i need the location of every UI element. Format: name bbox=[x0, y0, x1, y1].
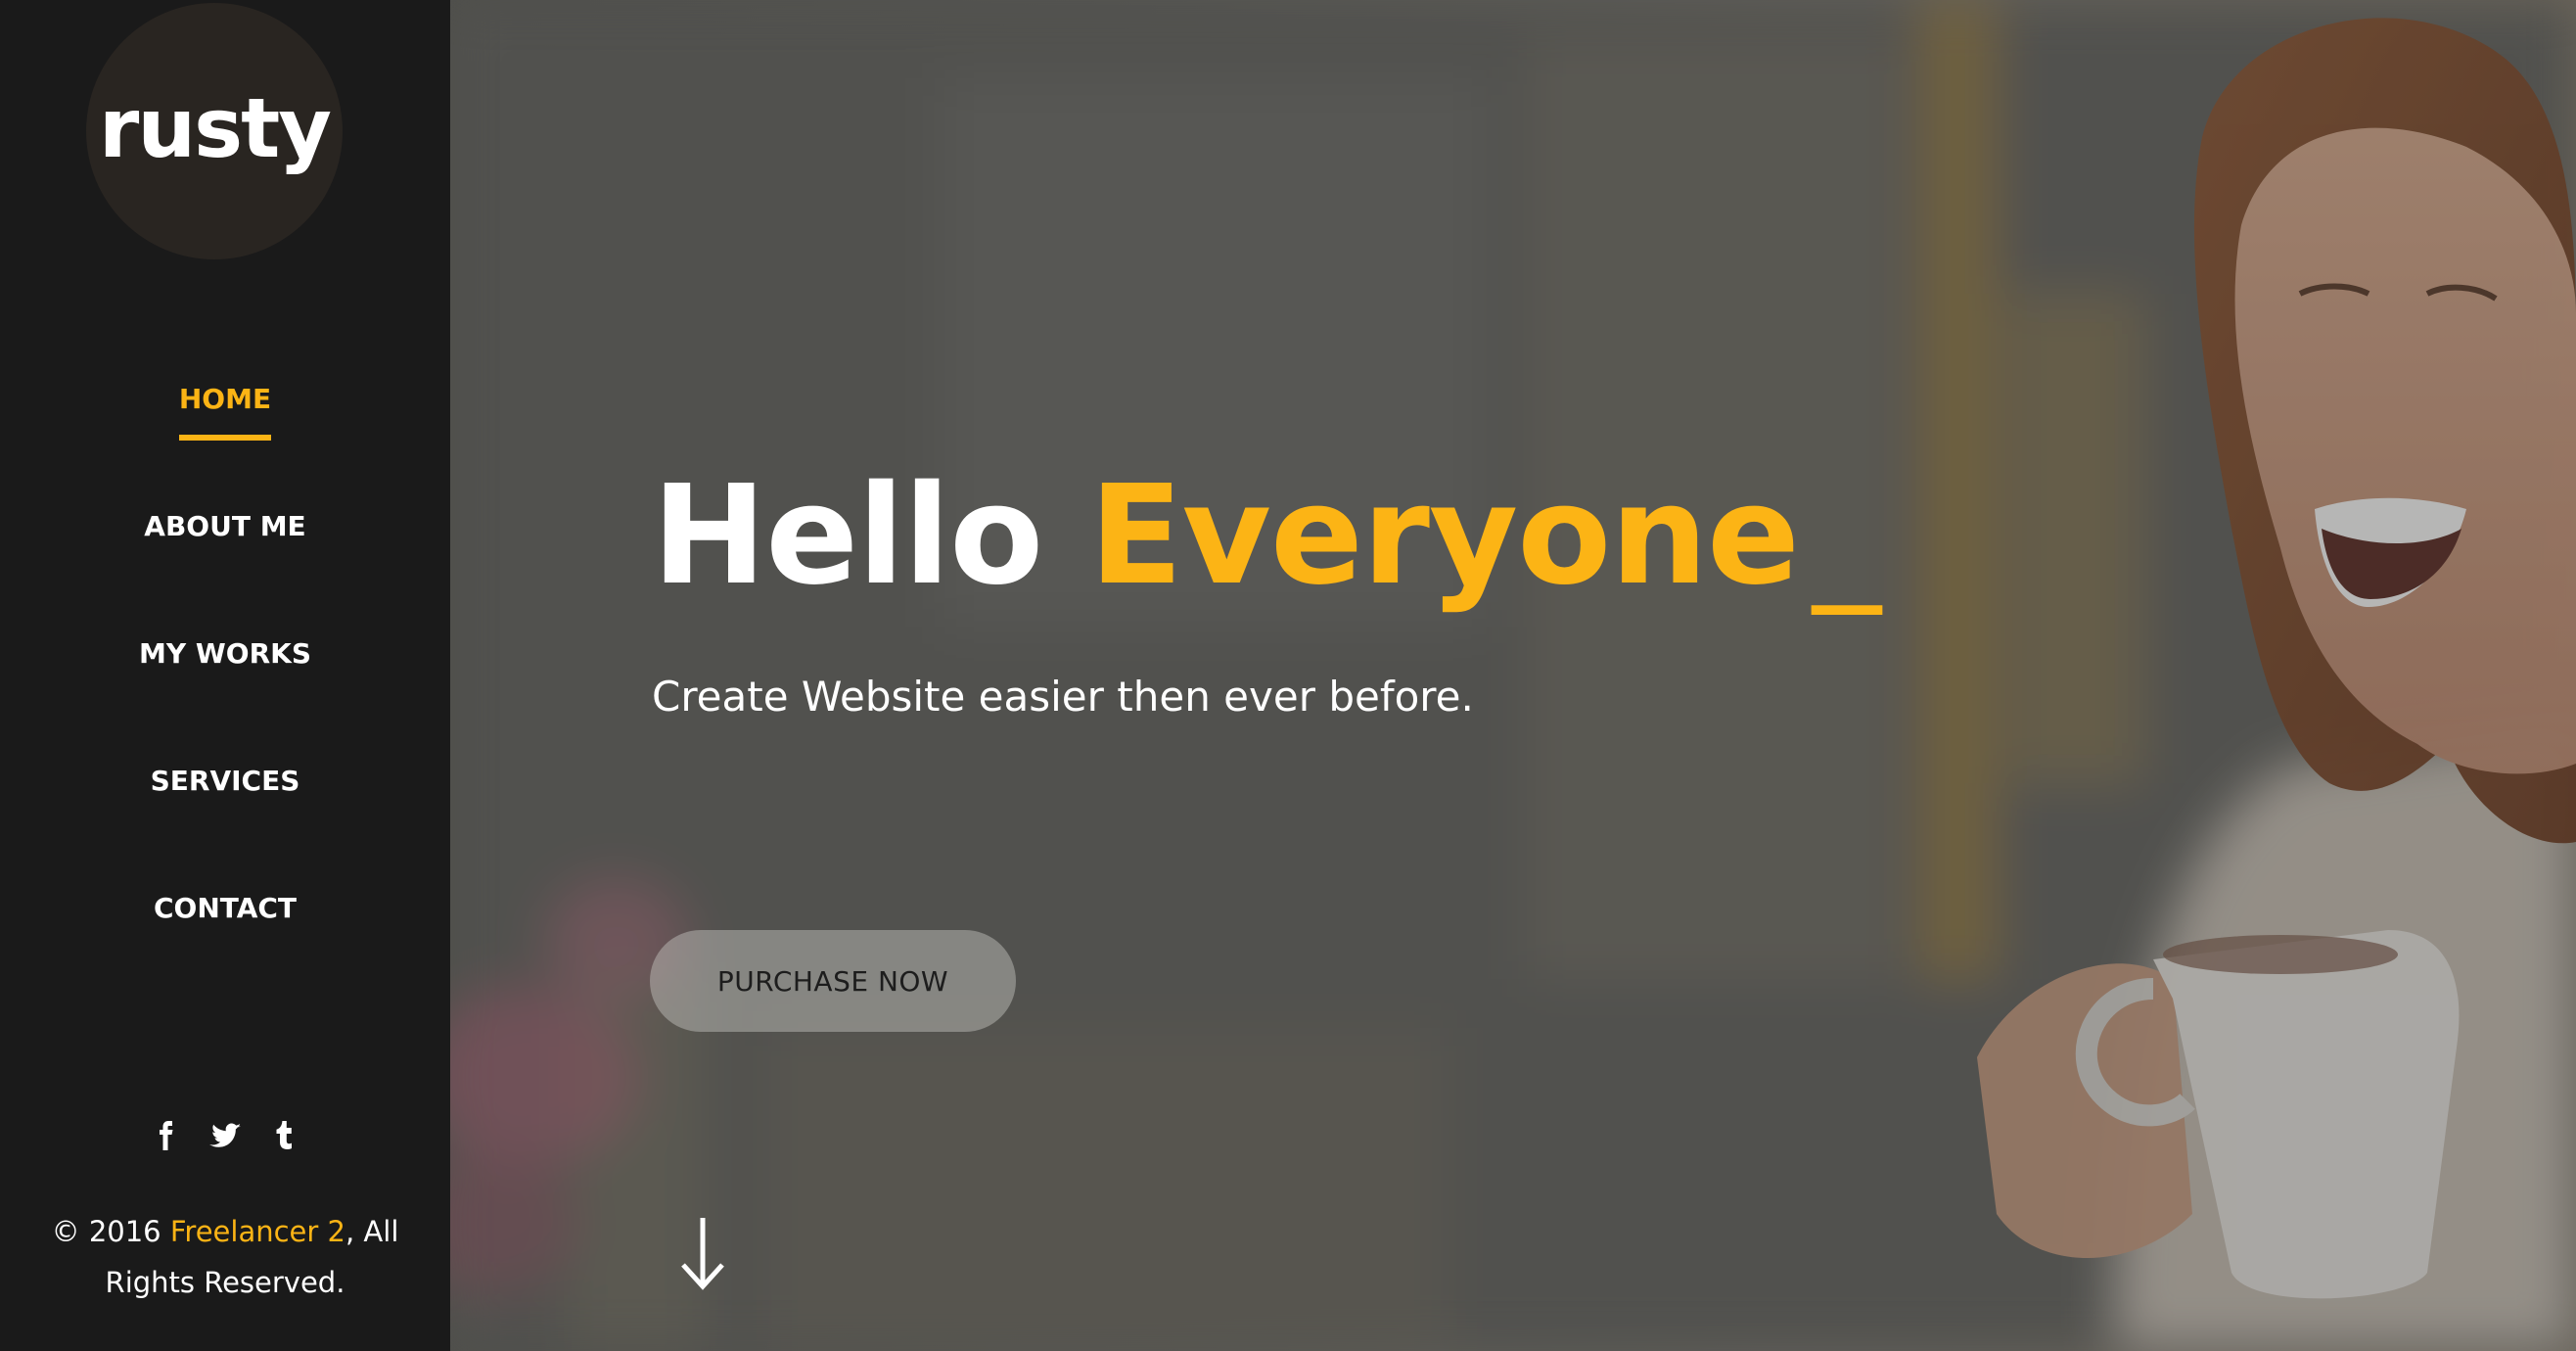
nav-link-contact[interactable]: CONTACT bbox=[154, 891, 297, 944]
hero-title-highlight: Everyone bbox=[1089, 456, 1800, 616]
nav-link-my-works[interactable]: MY WORKS bbox=[139, 636, 311, 689]
twitter-icon[interactable] bbox=[206, 1116, 245, 1155]
page: rusty HOME ABOUT ME MY WORKS SERVICES CO… bbox=[0, 0, 2576, 1351]
hero-section: Hello Everyone _ Create Website easier th… bbox=[450, 0, 2576, 1351]
arrow-down-icon[interactable] bbox=[675, 1214, 730, 1292]
nav-item-services: SERVICES bbox=[0, 764, 450, 891]
nav-item-my-works: MY WORKS bbox=[0, 636, 450, 764]
hero-title-cursor: _ bbox=[1812, 456, 1881, 616]
hero-title: Hello Everyone _ bbox=[652, 456, 1881, 616]
purchase-now-button[interactable]: PURCHASE NOW bbox=[650, 930, 1016, 1032]
copyright: © 2016 Freelancer 2, All Rights Reserved… bbox=[39, 1206, 411, 1308]
nav-item-about-me: ABOUT ME bbox=[0, 509, 450, 636]
nav-link-home[interactable]: HOME bbox=[178, 382, 272, 441]
nav-link-services[interactable]: SERVICES bbox=[151, 764, 300, 816]
logo-link[interactable]: rusty bbox=[86, 3, 343, 259]
hero-title-plain: Hello bbox=[652, 456, 1090, 616]
main-nav: HOME ABOUT ME MY WORKS SERVICES CONTACT bbox=[0, 382, 450, 1018]
hero-subtitle: Create Website easier then ever before. bbox=[652, 673, 1474, 721]
nav-item-home: HOME bbox=[0, 382, 450, 509]
copyright-brand-link[interactable]: Freelancer 2 bbox=[170, 1215, 345, 1248]
sidebar: rusty HOME ABOUT ME MY WORKS SERVICES CO… bbox=[0, 0, 450, 1351]
tumblr-icon[interactable] bbox=[264, 1116, 303, 1155]
logo-text: rusty bbox=[98, 80, 332, 176]
copyright-prefix: © 2016 bbox=[51, 1215, 170, 1248]
facebook-icon[interactable] bbox=[147, 1116, 186, 1155]
nav-item-contact: CONTACT bbox=[0, 891, 450, 1018]
social-links bbox=[0, 1116, 450, 1155]
nav-link-about-me[interactable]: ABOUT ME bbox=[144, 509, 305, 562]
